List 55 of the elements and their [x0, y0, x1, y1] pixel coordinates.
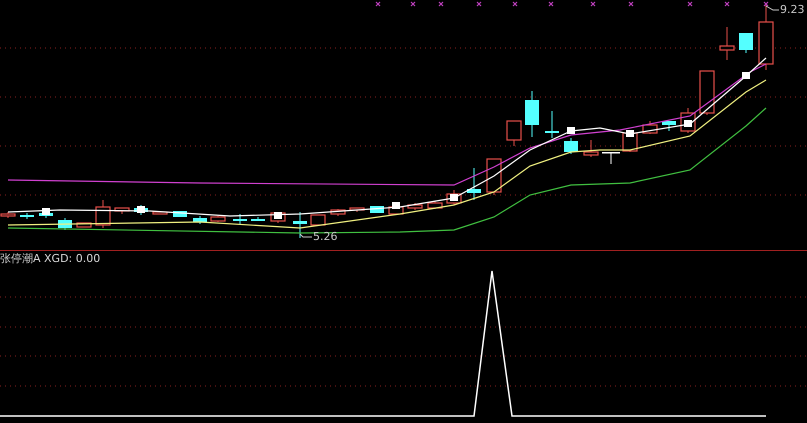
cross-marker-icon — [375, 1, 381, 7]
signal-marker — [567, 127, 575, 134]
signal-marker — [274, 212, 282, 219]
signal-marker — [684, 120, 692, 127]
cross-marker-icon — [410, 1, 416, 7]
leader-line — [300, 234, 312, 238]
candlestick — [233, 214, 247, 224]
candlestick — [486, 158, 502, 196]
candlestick — [293, 212, 307, 238]
candlestick — [506, 120, 522, 146]
signal-marker — [626, 130, 634, 137]
candlestick — [564, 138, 578, 154]
candlestick — [525, 90, 539, 138]
candlestick — [95, 200, 111, 228]
cross-marker-icon — [476, 1, 482, 7]
leader-line — [766, 6, 780, 10]
candlestick — [583, 140, 599, 158]
signal-marker — [137, 206, 145, 213]
signal-marker — [742, 72, 750, 79]
candlestick — [330, 208, 346, 216]
cross-marker-icon — [763, 1, 769, 7]
signal-marker — [450, 194, 458, 201]
cross-marker-icon — [512, 1, 518, 7]
cross-marker-icon — [724, 1, 730, 7]
signal-marker — [42, 208, 50, 215]
candlestick — [349, 207, 365, 212]
candlestick — [76, 222, 92, 228]
candlestick — [602, 152, 620, 164]
cross-marker-icon — [628, 1, 634, 7]
cross-marker-icon — [590, 1, 596, 7]
candlestick — [210, 216, 226, 222]
high-price-label: 9.23 — [780, 3, 804, 16]
candlestick — [467, 168, 481, 200]
candlestick — [251, 216, 265, 222]
candlestick — [545, 110, 559, 138]
candlestick — [152, 211, 168, 215]
candlestick — [719, 26, 735, 60]
candlestick — [662, 120, 676, 132]
candlestick — [20, 212, 34, 220]
indicator-label: 张停潮A XGD: 0.00 — [0, 252, 100, 265]
candlestick — [310, 214, 326, 226]
candlestick — [407, 202, 423, 210]
candlestick — [642, 120, 658, 134]
candlestick — [427, 200, 443, 210]
candlestick — [114, 207, 130, 214]
candlestick — [758, 4, 774, 70]
cross-marker-icon — [438, 1, 444, 7]
candlestick — [699, 70, 715, 116]
signal-marker — [392, 202, 400, 209]
candlestick — [739, 32, 753, 54]
low-price-label: 5.26 — [313, 230, 338, 243]
cross-marker-icon — [687, 1, 693, 7]
candlestick — [193, 216, 207, 224]
candlestick — [58, 218, 72, 230]
cross-marker-icon — [548, 1, 554, 7]
